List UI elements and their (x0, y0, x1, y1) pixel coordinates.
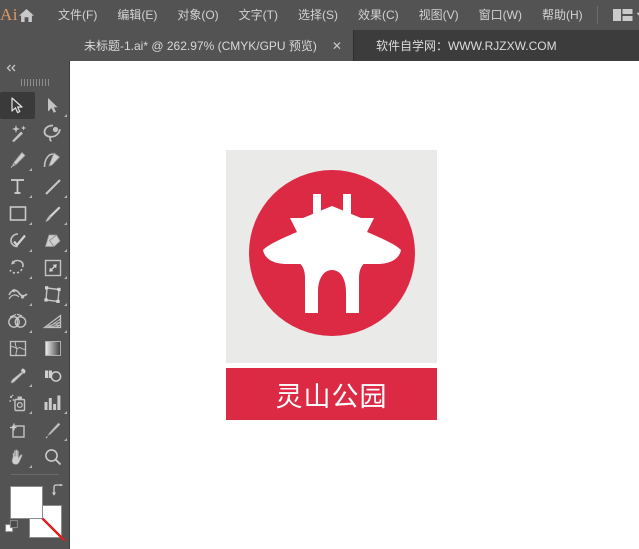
tool-flyout-indicator (29, 168, 32, 171)
default-fill-stroke-icon[interactable] (5, 520, 20, 540)
workspace-switcher[interactable] (607, 8, 639, 22)
perspective-grid-tool[interactable] (35, 308, 70, 335)
tools-panel (0, 61, 70, 549)
tool-grid (0, 89, 69, 470)
magic-wand-tool[interactable] (0, 119, 35, 146)
document-tab-label: 未标题-1.ai* @ 262.97% (CMYK/GPU 预览) (84, 39, 317, 53)
tool-flyout-indicator (64, 222, 67, 225)
menu-item-object[interactable]: 对象(O) (167, 0, 228, 30)
menu-item-select[interactable]: 选择(S) (288, 0, 348, 30)
menu-item-effect[interactable]: 效果(C) (348, 0, 409, 30)
line-segment-tool[interactable] (35, 173, 70, 200)
scale-tool[interactable] (35, 254, 70, 281)
close-icon[interactable]: ✕ (329, 40, 345, 52)
column-graph-tool[interactable] (35, 389, 70, 416)
menu-bar: Ai 文件(F) 编辑(E) 对象(O) 文字(T) 选择(S) 效果(C) 视… (0, 0, 639, 30)
zoom-tool[interactable] (35, 443, 70, 470)
menubar-right-group (593, 0, 639, 30)
menu-item-type[interactable]: 文字(T) (229, 0, 288, 30)
lasso-tool[interactable] (35, 119, 70, 146)
tool-flyout-indicator (64, 276, 67, 279)
artboard: 灵山公园 (226, 150, 437, 420)
artboard-tool[interactable] (0, 416, 35, 443)
tool-flyout-indicator (29, 303, 32, 306)
panel-drag-handle[interactable] (0, 75, 69, 89)
tool-flyout-indicator (29, 465, 32, 468)
pavilion-gate-icon[interactable] (249, 170, 415, 336)
direct-selection-tool[interactable] (35, 92, 70, 119)
tool-flyout-indicator (64, 303, 67, 306)
logo-banner[interactable]: 灵山公园 (226, 368, 437, 420)
blend-tool[interactable] (35, 362, 70, 389)
shaper-tool[interactable] (0, 227, 35, 254)
rectangle-tool[interactable] (0, 200, 35, 227)
app-logo-icon: Ai (0, 5, 18, 24)
eraser-tool[interactable] (35, 227, 70, 254)
tool-flyout-indicator (64, 195, 67, 198)
selection-tool[interactable] (0, 92, 35, 119)
logo-banner-text: 灵山公园 (275, 381, 388, 413)
toolbar-separator (0, 470, 69, 478)
paintbrush-tool[interactable] (35, 200, 70, 227)
fill-stroke-swatches (0, 482, 70, 549)
document-canvas[interactable]: 灵山公园 (70, 61, 639, 549)
workspace-layout-icon (612, 9, 633, 21)
type-tool[interactable] (0, 173, 35, 200)
gradient-tool[interactable] (35, 335, 70, 362)
tool-flyout-indicator (64, 114, 67, 117)
menu-item-view[interactable]: 视图(V) (409, 0, 469, 30)
watermark-text: 软件自学网：WWW.RJZXW.COM (375, 39, 557, 53)
rotate-tool[interactable] (0, 254, 35, 281)
tool-flyout-indicator (29, 249, 32, 252)
menu-item-file[interactable]: 文件(F) (48, 0, 107, 30)
tool-flyout-indicator (64, 330, 67, 333)
tabbar-left-spacer (0, 30, 70, 61)
slice-tool[interactable] (35, 416, 70, 443)
curvature-tool[interactable] (35, 146, 70, 173)
tool-flyout-indicator (64, 411, 67, 414)
menu-item-help[interactable]: 帮助(H) (532, 0, 593, 30)
menu-item-window[interactable]: 窗口(W) (469, 0, 532, 30)
tool-flyout-indicator (64, 438, 67, 441)
tool-flyout-indicator (29, 222, 32, 225)
document-tab[interactable]: 未标题-1.ai* @ 262.97% (CMYK/GPU 预览) ✕ (70, 30, 354, 61)
mesh-tool[interactable] (0, 335, 35, 362)
eyedropper-tool[interactable] (0, 362, 35, 389)
illustrator-window: Ai 文件(F) 编辑(E) 对象(O) 文字(T) 选择(S) 效果(C) 视… (0, 0, 639, 549)
hand-tool[interactable] (0, 443, 35, 470)
tool-flyout-indicator (64, 249, 67, 252)
shape-builder-tool[interactable] (0, 308, 35, 335)
menu-item-edit[interactable]: 编辑(E) (107, 0, 167, 30)
tool-flyout-indicator (29, 195, 32, 198)
tool-flyout-indicator (29, 330, 32, 333)
symbol-sprayer-tool[interactable] (0, 389, 35, 416)
tool-flyout-indicator (29, 411, 32, 414)
document-tab-bar: 未标题-1.ai* @ 262.97% (CMYK/GPU 预览) ✕ 软件自学… (0, 30, 639, 61)
tool-flyout-indicator (29, 276, 32, 279)
home-icon[interactable] (18, 0, 35, 30)
pen-tool[interactable] (0, 146, 35, 173)
collapse-panel-icon[interactable] (0, 61, 69, 75)
fill-swatch[interactable] (10, 486, 43, 519)
width-tool[interactable] (0, 281, 35, 308)
tool-flyout-indicator (29, 384, 32, 387)
swap-fill-stroke-icon[interactable] (51, 484, 64, 499)
free-transform-tool[interactable] (35, 281, 70, 308)
menubar-right-divider (596, 6, 598, 24)
